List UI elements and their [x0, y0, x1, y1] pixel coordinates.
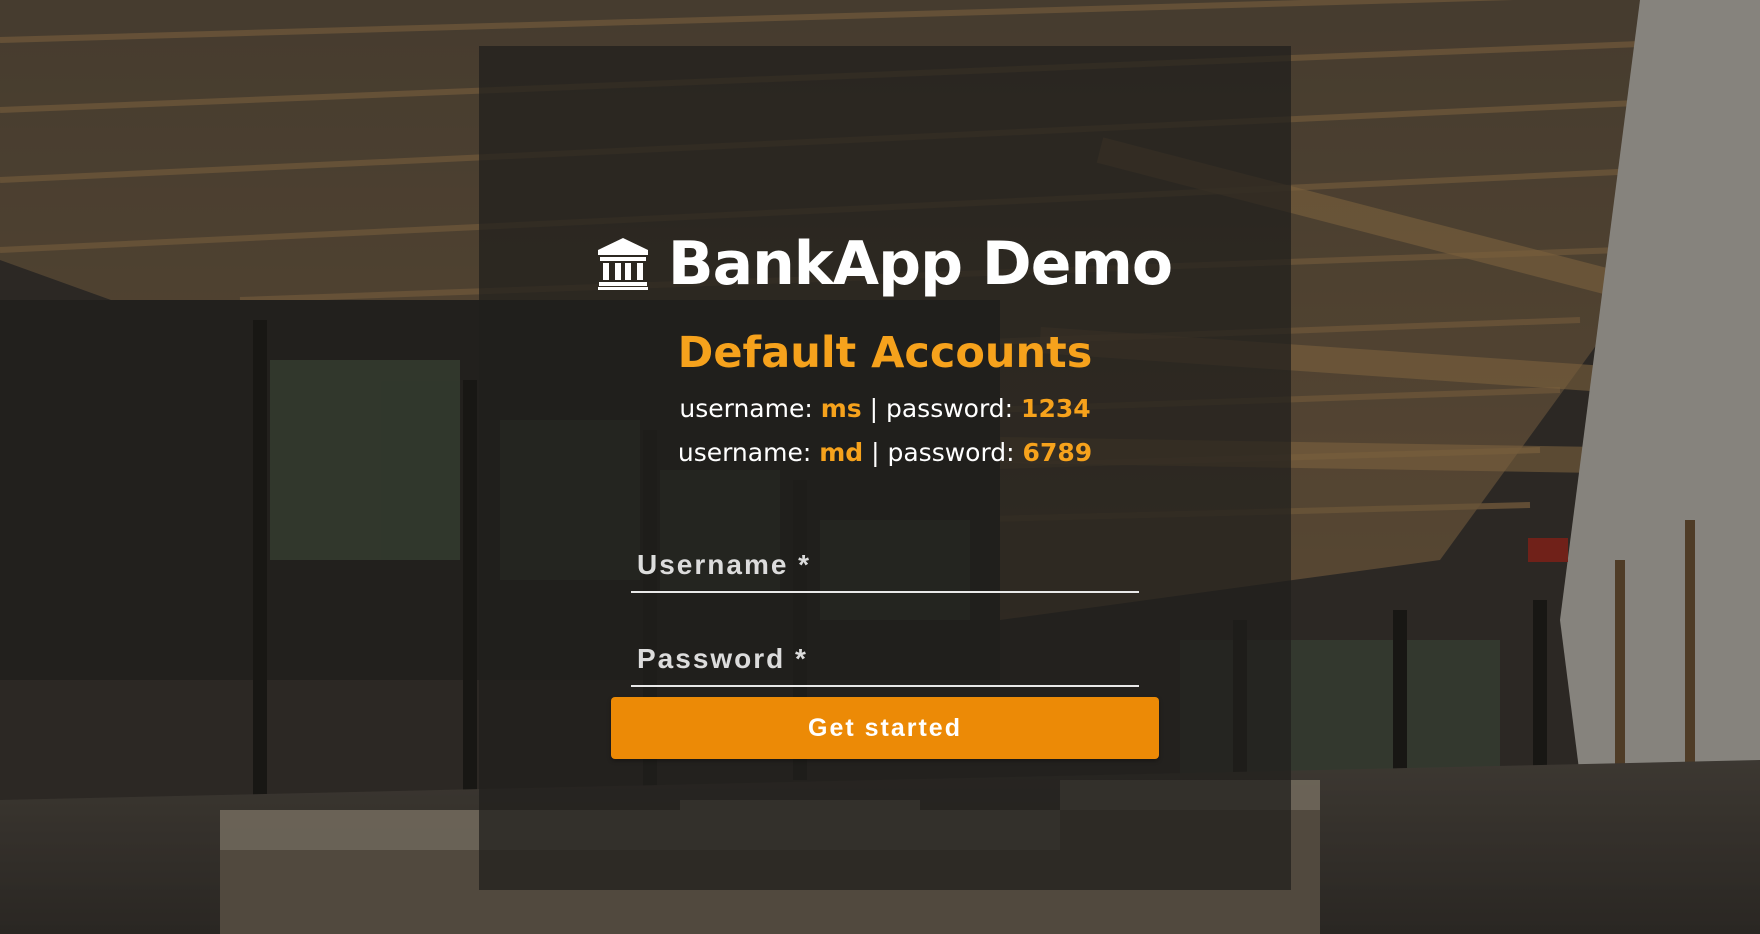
username-label: username:	[679, 394, 821, 423]
username-input[interactable]	[631, 521, 1139, 591]
default-account-row: username: md | password: 6789	[479, 436, 1291, 470]
account-password: 6789	[1022, 438, 1093, 467]
username-field-wrapper	[631, 521, 1139, 593]
app-title-text: BankApp Demo	[667, 229, 1173, 299]
separator: |	[861, 394, 886, 423]
default-accounts-heading: Default Accounts	[677, 328, 1093, 378]
get-started-button[interactable]: Get started	[611, 697, 1159, 759]
password-input[interactable]	[631, 615, 1139, 685]
default-account-row: username: ms | password: 1234	[479, 392, 1291, 426]
password-label: password:	[885, 394, 1022, 423]
login-panel: BankApp Demo Default Accounts username: …	[479, 46, 1291, 890]
password-field-wrapper	[631, 615, 1139, 687]
account-username: ms	[820, 394, 862, 423]
password-label: password:	[887, 438, 1023, 467]
bank-icon	[597, 238, 648, 290]
separator: |	[863, 438, 888, 467]
account-username: md	[819, 438, 864, 467]
app-title: BankApp Demo	[479, 224, 1291, 304]
account-password: 1234	[1021, 394, 1091, 423]
username-label: username:	[677, 438, 820, 467]
